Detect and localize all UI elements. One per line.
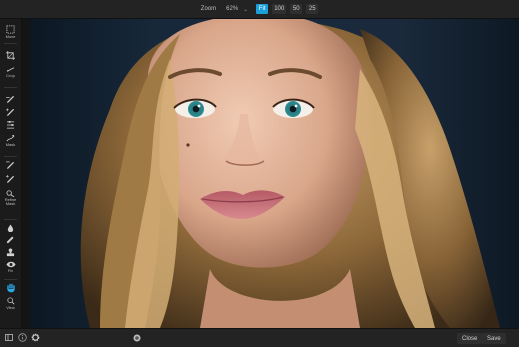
- move-icon: [6, 25, 15, 34]
- toolbar-divider: [4, 219, 17, 220]
- mask-adjust-icon: [6, 121, 15, 129]
- brush-icon: [6, 95, 15, 103]
- refine-brush-icon: [6, 161, 15, 169]
- clone-stamp-icon: [6, 248, 15, 257]
- canvas-area[interactable]: [22, 19, 519, 328]
- tool-fix[interactable]: Fix: [0, 261, 21, 273]
- refine-brush-alt-icon: [6, 175, 15, 183]
- tool-refine-mask[interactable]: Refine Mask: [0, 189, 21, 206]
- close-button[interactable]: Close: [457, 333, 483, 344]
- tool-label-crop: Crop: [6, 73, 15, 78]
- save-button[interactable]: Save: [482, 333, 506, 344]
- tool-mask[interactable]: Mask: [0, 134, 21, 147]
- brush-alt-icon: [6, 108, 15, 116]
- tool-label-move: Move: [5, 34, 16, 39]
- panel-toggle-icon[interactable]: [5, 334, 13, 341]
- zoom-controls: Zoom 62% ⌄ Fit 100 50 25: [200, 4, 319, 14]
- preview-icon[interactable]: [133, 334, 141, 342]
- tool-refine-brush[interactable]: [0, 161, 21, 169]
- tool-refine-brush-alt[interactable]: [0, 175, 21, 183]
- portrait-photo[interactable]: [30, 19, 519, 328]
- straighten-icon: [6, 67, 15, 72]
- tool-crop-label-row[interactable]: Crop: [0, 66, 21, 78]
- tool-retouch[interactable]: [0, 236, 21, 244]
- tool-hand[interactable]: [0, 283, 21, 293]
- info-icon[interactable]: [18, 333, 27, 342]
- refine-mask-icon: [6, 190, 15, 197]
- photo-image: [30, 19, 519, 328]
- gear-icon[interactable]: [30, 332, 41, 343]
- tool-label-view: View: [6, 305, 15, 310]
- tool-mask-adjust[interactable]: [0, 121, 21, 129]
- tool-move[interactable]: Move: [0, 25, 21, 39]
- toolbar-divider: [4, 43, 17, 44]
- toolbar-divider: [4, 156, 17, 157]
- drop-icon: [7, 224, 14, 232]
- tool-clone-stamp[interactable]: [0, 248, 21, 257]
- hand-icon: [6, 283, 15, 293]
- tool-label-mask: Mask: [5, 142, 16, 147]
- crop-icon: [6, 51, 15, 60]
- toolbar-divider: [4, 279, 17, 280]
- toolbar-divider: [4, 87, 17, 88]
- mask-icon: [6, 134, 15, 142]
- tool-label-refine-mask: Refine Mask: [4, 197, 17, 206]
- zoom-value-dropdown[interactable]: 62%: [226, 6, 238, 12]
- zoom-icon: [6, 297, 14, 305]
- chevron-down-icon[interactable]: ⌄: [243, 6, 248, 13]
- zoom-fit-button[interactable]: Fit: [256, 4, 269, 14]
- left-toolbar: Move Crop Mask Refine Mask Fix View: [0, 19, 22, 328]
- tool-label-fix: Fix: [7, 268, 14, 273]
- zoom-25-button[interactable]: 25: [306, 4, 319, 14]
- tool-zoom[interactable]: View: [0, 297, 21, 310]
- tool-drop[interactable]: [0, 224, 21, 232]
- tool-crop[interactable]: [0, 51, 21, 60]
- retouch-icon: [6, 236, 14, 244]
- eye-icon: [5, 261, 16, 268]
- tool-brush-alt[interactable]: [0, 108, 21, 116]
- zoom-50-button[interactable]: 50: [290, 4, 303, 14]
- zoom-100-button[interactable]: 100: [272, 4, 287, 14]
- zoom-label: Zoom: [200, 6, 217, 12]
- bottom-bar: Close Save: [0, 328, 519, 347]
- top-bar: Zoom 62% ⌄ Fit 100 50 25: [0, 0, 519, 19]
- tool-brush[interactable]: [0, 95, 21, 103]
